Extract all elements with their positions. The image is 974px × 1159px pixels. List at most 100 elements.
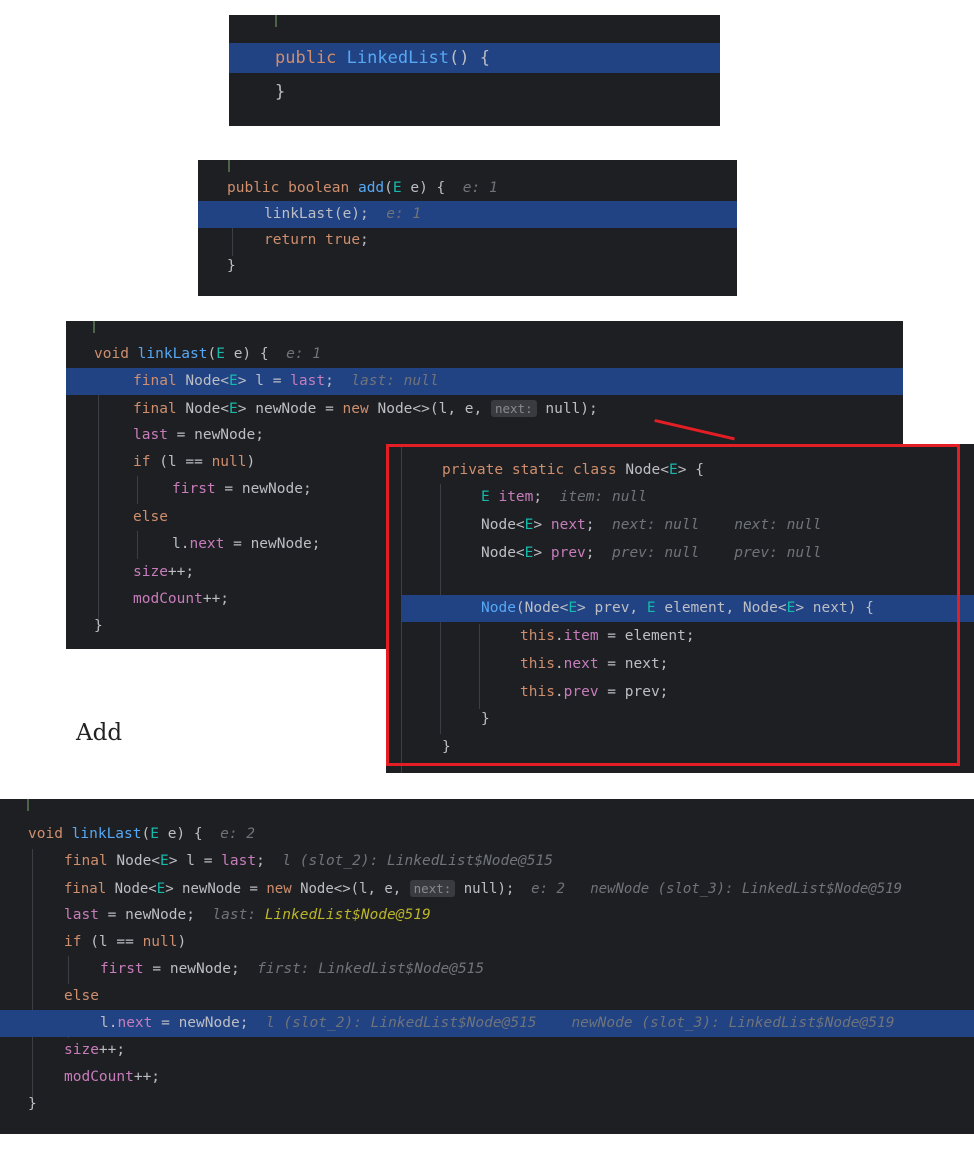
code-line-highlighted[interactable]: linkLast(e); e: 1 — [198, 201, 737, 228]
gutter-marker — [27, 799, 29, 811]
inline-debug-label: last: — [212, 907, 257, 923]
type-param: E — [150, 826, 159, 842]
inline-debug-value: l (slot_2): LinkedList$Node@515 — [265, 1015, 537, 1031]
code-text: Node< — [114, 881, 157, 897]
type-param: E — [156, 881, 166, 897]
code-text: ++; — [98, 1042, 126, 1058]
code-line-highlighted[interactable]: l.next = newNode; l (slot_2): LinkedList… — [0, 1010, 974, 1037]
inline-debug-value: newNode (slot_3): LinkedList$Node@519 — [571, 1015, 895, 1031]
code-text: ( — [141, 826, 151, 842]
field: next — [117, 1015, 153, 1031]
keyword: final — [64, 881, 107, 897]
closing-brace: } — [94, 618, 103, 634]
code-panel-add: public boolean add(E e) { e: 1 linkLast(… — [198, 160, 737, 296]
keyword: new — [342, 401, 369, 417]
field: size — [64, 1042, 99, 1058]
inline-debug-value: newNode (slot_3): LinkedList$Node@519 — [590, 881, 903, 897]
code-line[interactable]: return true; — [198, 227, 737, 254]
code-line[interactable]: first = newNode; first: LinkedList$Node@… — [0, 956, 974, 983]
type-param: E — [216, 346, 225, 362]
keyword: final — [133, 373, 177, 389]
code-text: linkLast(e); — [264, 206, 369, 222]
gutter-marker — [93, 321, 95, 333]
keyword: final — [133, 401, 177, 417]
type-param: E — [160, 853, 169, 869]
gutter-marker — [228, 160, 230, 172]
type-param: E — [392, 180, 402, 196]
keyword: public — [275, 48, 337, 68]
code-line[interactable]: } — [229, 77, 720, 107]
code-line[interactable]: if (l == null) — [0, 929, 974, 956]
code-text: = newNode; — [143, 961, 240, 977]
code-text: = newNode; — [224, 536, 321, 552]
inline-debug-value: first: LinkedList$Node@515 — [257, 961, 485, 977]
code-text: = newNode; — [215, 481, 312, 497]
code-text: > l = — [237, 373, 291, 389]
gutter-marker — [275, 15, 277, 27]
function-name: LinkedList — [346, 48, 450, 68]
code-text: ( — [207, 346, 217, 362]
code-line[interactable]: last = newNode; last: LinkedList$Node@51… — [0, 902, 974, 929]
code-line[interactable]: public boolean add(E e) { e: 1 — [198, 175, 737, 202]
code-line-highlighted[interactable]: public LinkedList() { — [229, 43, 720, 73]
code-text: ; — [360, 232, 369, 248]
inline-debug-value: last: null — [351, 373, 439, 389]
keyword: void — [94, 346, 129, 362]
code-line[interactable]: void linkLast(E e) { e: 2 — [0, 821, 974, 848]
keyword: boolean — [288, 180, 350, 196]
field: last — [133, 427, 168, 443]
inline-debug-value: e: 1 — [286, 346, 322, 362]
code-text: Node< — [116, 853, 161, 869]
code-text: ) — [177, 934, 187, 950]
field: last — [221, 853, 257, 869]
code-text: Node< — [185, 373, 230, 389]
code-line[interactable]: } — [0, 1091, 974, 1118]
code-line[interactable]: } — [198, 253, 737, 280]
caption-text: Add — [76, 720, 123, 746]
keyword: public — [227, 180, 280, 196]
code-line[interactable]: final Node<E> l = last; l (slot_2): Link… — [0, 848, 974, 875]
closing-brace: } — [227, 258, 236, 274]
code-line[interactable]: final Node<E> newNode = new Node<>(l, e,… — [0, 875, 974, 902]
function-name: linkLast — [137, 346, 208, 362]
code-text: l. — [100, 1015, 118, 1031]
keyword: final — [64, 853, 108, 869]
code-text: ++; — [133, 1069, 161, 1085]
code-text: () { — [449, 48, 490, 68]
keyword: return — [264, 232, 317, 248]
annotation-box — [386, 444, 960, 766]
code-line[interactable]: final Node<E> newNode = new Node<>(l, e,… — [66, 395, 903, 422]
code-line[interactable]: modCount++; — [0, 1064, 974, 1091]
parameter-hint-badge: next: — [409, 880, 456, 897]
code-line[interactable]: else — [0, 983, 974, 1010]
code-text: > newNode = — [165, 881, 267, 897]
field: first — [100, 961, 144, 977]
inline-debug-value: l (slot_2): LinkedList$Node@515 — [282, 853, 553, 869]
code-text: Node< — [185, 401, 230, 417]
keyword: null — [142, 934, 178, 950]
inline-debug-value: LinkedList$Node@519 — [264, 907, 431, 923]
code-line[interactable]: size++; — [0, 1037, 974, 1064]
code-text: = newNode; — [98, 907, 195, 923]
code-text: = newNode; — [167, 427, 264, 443]
keyword: if — [133, 454, 151, 470]
function-name: linkLast — [71, 826, 142, 842]
code-text: > l = — [168, 853, 222, 869]
code-text: (l == — [81, 934, 143, 950]
code-line[interactable]: void linkLast(E e) { e: 1 — [66, 341, 903, 368]
type-param: E — [229, 401, 238, 417]
code-text: e) { — [401, 180, 446, 196]
parameter-hint-badge: next: — [490, 400, 537, 417]
field: first — [172, 481, 216, 497]
code-panel-linklast-2: void linkLast(E e) { e: 2 final Node<E> … — [0, 799, 974, 1134]
code-text: null); — [463, 881, 515, 897]
code-line-highlighted[interactable]: final Node<E> l = last; last: null — [66, 368, 903, 395]
field: last — [290, 373, 326, 389]
code-text: null); — [545, 401, 598, 417]
keyword: if — [64, 934, 82, 950]
inline-debug-value: e: 2 — [531, 881, 565, 897]
keyword: else — [64, 988, 99, 1004]
field: modCount — [64, 1069, 134, 1085]
field: next — [189, 536, 225, 552]
code-text: ; — [325, 373, 334, 389]
